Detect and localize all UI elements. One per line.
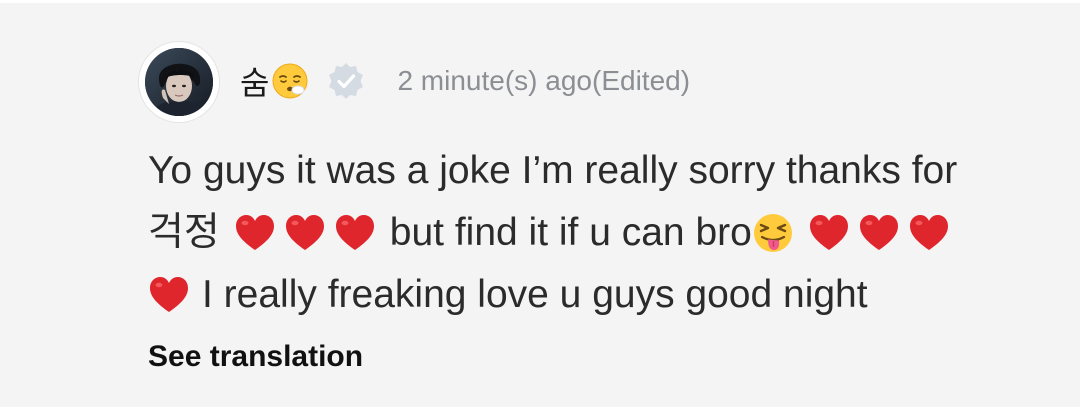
- comment-text: 걱정: [148, 211, 220, 254]
- avatar[interactable]: [139, 42, 219, 122]
- see-translation-link[interactable]: See translation: [148, 340, 363, 374]
- comment-card: 숨 2 minute(s) ago(Edited) Yo guys it was: [0, 0, 1080, 407]
- comment-text: I really freaking love u guys good night: [202, 273, 868, 316]
- red-heart-icon: [809, 215, 848, 250]
- squinting-tongue-emoji-icon: [753, 214, 792, 252]
- red-heart-icon: [235, 215, 274, 250]
- comment-timestamp: 2 minute(s) ago(Edited): [397, 65, 691, 96]
- comment-line: Yo guys it was a joke I’m really sorry t…: [148, 140, 1048, 202]
- hearts-group: [234, 213, 384, 253]
- verified-badge-icon: [325, 60, 367, 102]
- red-heart-icon: [285, 215, 324, 250]
- comment-header: 숨 2 minute(s) ago(Edited): [240, 56, 690, 106]
- comment-body: Yo guys it was a joke I’m really sorry t…: [148, 140, 1048, 326]
- hearts-group: [808, 213, 958, 253]
- red-heart-icon: [909, 215, 948, 250]
- red-heart-icon: [859, 215, 898, 250]
- comment-line: 걱정 but find it if u can bro: [148, 202, 1048, 264]
- avatar-image: [145, 48, 213, 116]
- face-exhaling-emoji-icon: [271, 62, 309, 100]
- username[interactable]: 숨: [240, 58, 269, 104]
- red-heart-icon: [150, 277, 188, 312]
- comment-text: Yo guys it was a joke I’m really sorry t…: [148, 149, 958, 192]
- comment-text: but find it if u can bro: [389, 211, 752, 254]
- red-heart-icon: [335, 215, 374, 250]
- comment-line: I really freaking love u guys good night: [148, 264, 1048, 326]
